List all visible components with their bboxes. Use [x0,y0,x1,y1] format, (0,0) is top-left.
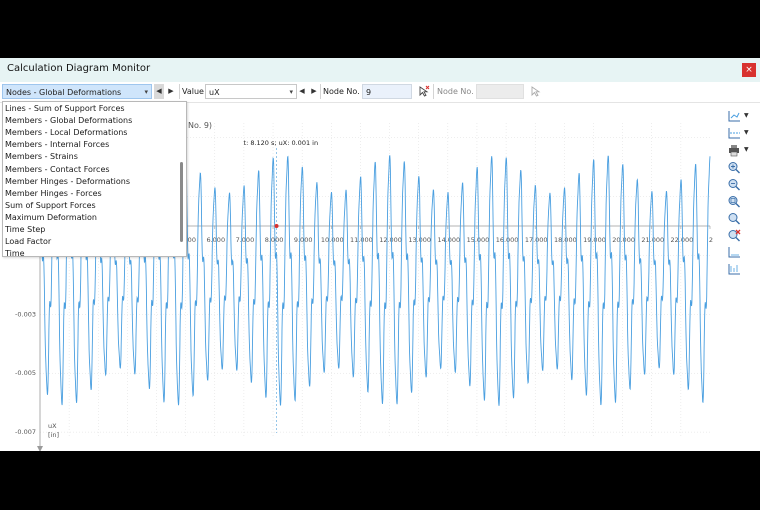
dropdown-item[interactable]: Time Step [5,224,45,236]
zoom-window-icon[interactable] [727,195,741,208]
y-axis-arrow [37,446,43,451]
print-icon[interactable] [727,144,741,157]
chevron-down-icon[interactable]: ▼ [744,146,749,153]
triangle-right-icon: ▶ [168,87,174,95]
dropdown-item[interactable]: Members - Local Deformations [5,127,127,139]
x-tick-label: 21.000 [641,236,664,244]
chevron-down-icon: ▾ [144,88,148,96]
dropdown-item[interactable]: Time [5,248,25,260]
cursor-label: t: 8.120 s; uX: 0.001 in [244,139,319,147]
dropdown-item[interactable]: Load Factor [5,236,51,248]
node-no-2-input [476,84,524,99]
dropdown-item[interactable]: Sum of Support Forces [5,200,96,212]
x-axis-icon[interactable] [727,246,741,259]
pick-node-icon[interactable] [418,85,430,97]
dropdown-item[interactable]: Members - Internal Forces [5,139,109,151]
zoom-reset-icon[interactable] [727,229,741,242]
previous-category-button[interactable]: ◀ [154,84,164,99]
triangle-right-icon: ▶ [311,87,317,95]
toolbar-separator [179,84,180,99]
x-tick-label: 2 [709,236,713,244]
zoom-all-icon[interactable] [727,212,741,225]
y-tick-labels: -0.003 -0.005 -0.007 [15,310,36,436]
zoom-in-icon[interactable] [727,161,741,174]
calculation-diagram-monitor-window: Calculation Diagram Monitor × Nodes - Gl… [0,58,760,451]
result-marker [274,224,279,229]
x-tick-label: 18.000 [554,236,577,244]
title-bar: Calculation Diagram Monitor × [0,58,760,82]
x-tick-label: 10.000 [321,236,344,244]
x-tick-label: 6.000 [206,236,225,244]
x-tick-label: 13.000 [408,236,431,244]
value-select[interactable]: uX ▾ [205,84,297,99]
zoom-out-icon[interactable] [727,178,741,191]
dropdown-item[interactable]: Lines - Sum of Support Forces [5,103,125,115]
triangle-left-icon: ◀ [299,87,305,95]
dropdown-item[interactable]: Members - Strains [5,151,78,163]
node-no-label: Node No. [323,87,360,96]
previous-value-button[interactable]: ◀ [297,84,307,99]
node-no-2-label: Node No. [437,87,474,96]
result-category-select[interactable]: Nodes - Global Deformations ▾ [2,84,152,99]
x-tick-label: 7.000 [236,236,255,244]
y-axis-unit: [in] [48,431,59,439]
x-tick-label: 17.000 [525,236,548,244]
y-axis-label: uX [48,422,57,430]
x-tick-label: 20.000 [612,236,635,244]
pick-node-2-icon [531,86,541,97]
chevron-down-icon: ▾ [289,88,293,96]
x-tick-label: 22.000 [670,236,693,244]
result-category-dropdown[interactable]: Lines - Sum of Support Forces Members - G… [2,101,187,260]
diagram-settings-icon[interactable] [727,127,741,140]
x-tick-label: 15.000 [467,236,490,244]
y-tick-label: -0.003 [15,310,36,318]
x-tick-label: 11.000 [350,236,373,244]
x-tick-label: 14.000 [437,236,460,244]
toolbar: Nodes - Global Deformations ▾ ◀ ▶ Value … [0,82,760,103]
dropdown-item[interactable]: Maximum Deformation [5,212,97,224]
next-category-button[interactable]: ▶ [166,84,176,99]
y-axis-icon[interactable] [727,263,741,276]
dropdown-item[interactable]: Member Hinges - Forces [5,188,102,200]
value-select-value: uX [209,88,220,97]
x-tick-label: 9.000 [294,236,313,244]
chevron-down-icon[interactable]: ▼ [744,129,749,136]
window-title: Calculation Diagram Monitor [7,63,151,74]
chart-title-partial: No. 9) [188,121,212,130]
value-label: Value [182,87,204,96]
axis-settings-icon[interactable] [727,110,741,123]
y-tick-label: -0.007 [15,428,36,436]
toolbar-separator [320,84,321,99]
x-tick-label: 16.000 [496,236,519,244]
dropdown-item[interactable]: Members - Contact Forces [5,164,110,176]
result-category-value: Nodes - Global Deformations [6,88,122,97]
next-value-button[interactable]: ▶ [309,84,319,99]
x-tick-label: 19.000 [583,236,606,244]
y-tick-label: -0.005 [15,369,36,377]
x-tick-label: 8.000 [265,236,284,244]
dropdown-item[interactable]: Members - Global Deformations [5,115,132,127]
triangle-left-icon: ◀ [156,87,162,95]
node-no-input[interactable]: 9 [362,84,412,99]
toolbar-separator [433,84,434,99]
dropdown-item[interactable]: Member Hinges - Deformations [5,176,130,188]
chevron-down-icon[interactable]: ▼ [744,112,749,119]
close-button[interactable]: × [742,63,756,77]
x-tick-label: 12.000 [379,236,402,244]
dropdown-scrollbar[interactable] [180,162,183,242]
